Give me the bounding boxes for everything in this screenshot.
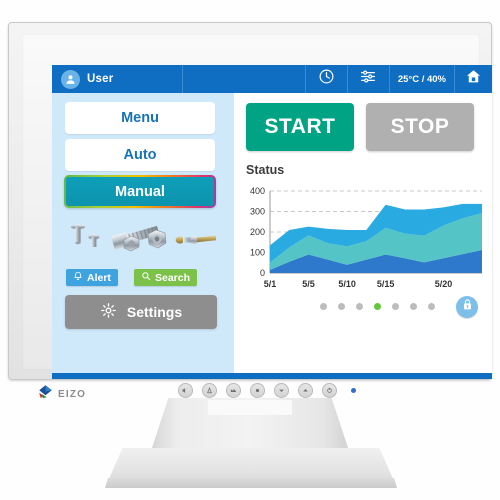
sidebar-item-label: Manual [115,183,165,200]
chart-y-tick-label: 0 [260,268,265,278]
power-led-indicator [351,388,356,393]
start-button[interactable]: START [246,103,354,151]
signal-icon [205,382,214,400]
pagination-dots[interactable] [320,303,435,310]
sidebar: Menu Auto Manual Alert Search Settings [52,93,234,373]
pagination-dot[interactable] [320,303,327,310]
sidebar-item-label: Menu [121,110,159,126]
user-avatar-icon [61,69,80,89]
chart-y-tick-label: 400 [250,186,265,196]
user-account-button[interactable]: User [52,65,182,93]
control-button-row: START STOP [246,103,474,151]
down-arrow-icon [277,382,286,400]
pagination-dot[interactable] [356,303,363,310]
monitor-bezel: User 25°C / 40% Menu Auto Manual Alert S… [22,34,492,400]
eizo-diamond-icon [38,384,53,404]
screws-photo [66,218,218,258]
sidebar-item-menu[interactable]: Menu [65,102,215,134]
chart-y-tick-label: 200 [250,227,265,237]
home-icon [465,68,482,90]
chart-x-tick-label: 5/15 [377,279,395,289]
chart-x-tick-label: 5/5 [302,279,315,289]
alert-button[interactable]: Alert [66,269,118,286]
screen-bottom-strip [52,373,492,379]
settings-button[interactable]: Settings [65,295,217,329]
padlock-icon [461,298,474,316]
monitor-stand-base-front [105,478,397,488]
screenshot-root: User 25°C / 40% Menu Auto Manual Alert S… [0,0,500,500]
start-label: START [264,115,336,138]
pagination-dot[interactable] [392,303,399,310]
brand-logo: EIZO [38,384,86,404]
magnifier-icon [141,271,151,284]
search-button[interactable]: Search [134,269,198,286]
main-content: START STOP Status 0 100 200 300 400 5/1 5/5 5/1… [234,93,492,379]
sidebar-item-manual[interactable]: Manual [64,175,216,208]
chart-x-tick-label: 5/1 [264,279,277,289]
sidebar-item-label: Auto [123,147,157,163]
sidebar-item-auto[interactable]: Auto [65,139,215,171]
brand-name: EIZO [58,388,87,400]
monitor-stand-notch [208,400,292,415]
clock-icon [318,68,335,90]
settings-label: Settings [126,304,183,320]
chart-x-tick-label: 5/20 [435,279,453,289]
mode-icon [229,382,238,400]
up-arrow-icon [301,382,310,400]
osd-button-row[interactable] [178,383,356,398]
top-bar-spacer [182,65,305,93]
environment-readout: 25°C / 40% [388,65,454,93]
osd-button-up-arrow[interactable] [298,383,313,398]
pagination-dot[interactable] [428,303,435,310]
chart-y-tick-label: 300 [250,207,265,217]
chart-y-tick-label: 100 [250,248,265,258]
stop-button[interactable]: STOP [366,103,474,151]
enter-icon [253,382,262,400]
osd-button-down-arrow[interactable] [274,383,289,398]
speaker-icon [181,382,190,400]
alert-label: Alert [87,271,111,284]
home-button[interactable] [454,65,492,93]
osd-button-speaker[interactable] [178,383,193,398]
status-title: Status [246,163,285,177]
status-area-chart: 0 100 200 300 400 5/1 5/5 5/10 5/15 5/20 [240,185,488,293]
chart-x-tick-label: 5/10 [338,279,356,289]
sliders-icon [359,68,377,90]
osd-button-signal[interactable] [202,383,217,398]
settings-sliders-button[interactable] [346,65,389,93]
top-bar: User 25°C / 40% [52,65,492,93]
power-icon [325,382,334,400]
clock-button[interactable] [304,65,347,93]
pagination-dot[interactable] [338,303,345,310]
user-label: User [87,73,114,85]
monitor-frame: User 25°C / 40% Menu Auto Manual Alert S… [8,22,492,400]
pagination-dot[interactable] [410,303,417,310]
search-label: Search [155,271,191,284]
osd-button-mode[interactable] [226,383,241,398]
pagination-dot[interactable] [374,303,381,310]
osd-button-enter[interactable] [250,383,265,398]
osd-button-power[interactable] [322,383,337,398]
gear-icon [100,302,117,322]
lock-button[interactable] [456,296,478,318]
bell-icon [73,271,83,284]
stop-label: STOP [390,115,450,138]
screen-display: User 25°C / 40% Menu Auto Manual Alert S… [52,65,492,379]
